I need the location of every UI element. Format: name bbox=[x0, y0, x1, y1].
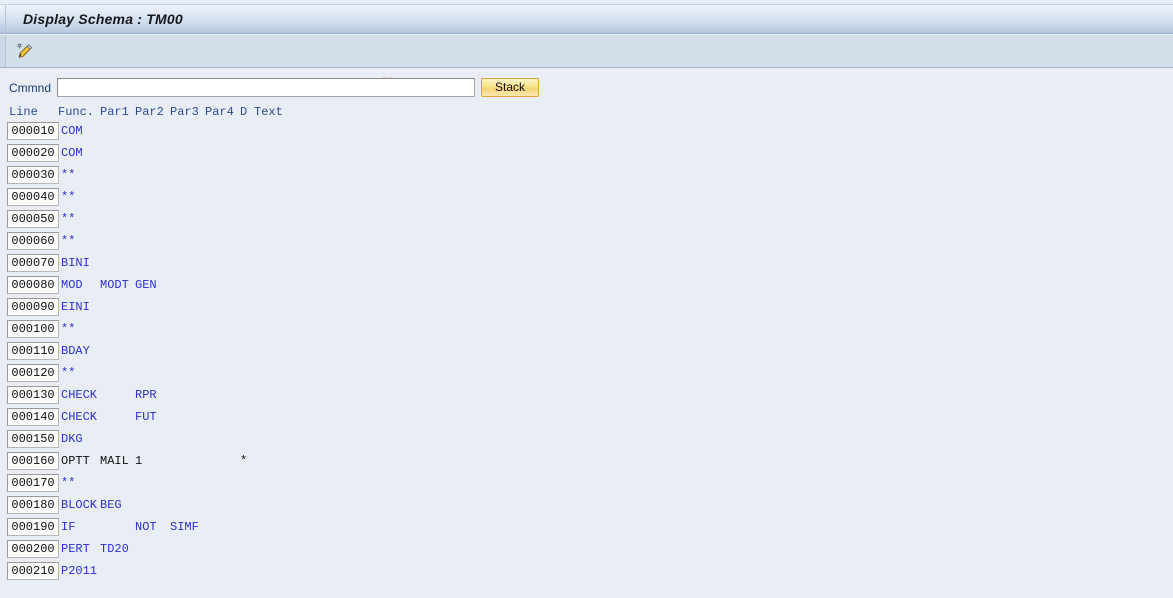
line-number-input[interactable] bbox=[7, 540, 59, 558]
column-header-text: Text bbox=[254, 105, 283, 119]
line-number-input[interactable] bbox=[7, 232, 59, 250]
column-header-par4: Par4 bbox=[205, 105, 234, 119]
table-row: IF NOT SIMF bbox=[0, 518, 1173, 540]
cell-func: ** bbox=[61, 366, 76, 380]
cell-par2: NOT bbox=[135, 520, 157, 534]
cell-par1: MAIL bbox=[100, 454, 129, 468]
cell-func: COM bbox=[61, 124, 83, 138]
cell-par1: BEG bbox=[100, 498, 122, 512]
table-row: ** bbox=[0, 232, 1173, 254]
cell-func: ** bbox=[61, 322, 76, 336]
cell-par1: MODT bbox=[100, 278, 129, 292]
table-row: ** bbox=[0, 320, 1173, 342]
line-number-input[interactable] bbox=[7, 276, 59, 294]
column-header-par1: Par1 bbox=[100, 105, 129, 119]
window-title-bar: Display Schema : TM00 bbox=[0, 4, 1173, 34]
table-row: BDAY bbox=[0, 342, 1173, 364]
cell-par2: 1 bbox=[135, 454, 143, 468]
toolbar-accent-strip bbox=[0, 35, 6, 67]
cell-par2: FUT bbox=[135, 410, 157, 424]
sap-display-schema-window: Display Schema : TM00 © www.tutorialkart… bbox=[0, 0, 1173, 598]
schema-rows-container: COMCOM********BINIMODMODTGENEINI**BDAY**… bbox=[0, 122, 1173, 584]
line-number-input[interactable] bbox=[7, 364, 59, 382]
command-field-label: Cmmnd bbox=[9, 81, 52, 95]
cell-func: COM bbox=[61, 146, 83, 160]
line-number-input[interactable] bbox=[7, 430, 59, 448]
cell-func: ** bbox=[61, 168, 76, 182]
column-header-line: Line bbox=[9, 105, 38, 119]
line-number-input[interactable] bbox=[7, 188, 59, 206]
application-toolbar: © www.tutorialkart.com bbox=[0, 35, 1173, 98]
line-number-input[interactable] bbox=[7, 518, 59, 536]
line-number-input[interactable] bbox=[7, 144, 59, 162]
cell-func: EINI bbox=[61, 300, 90, 314]
line-number-input[interactable] bbox=[7, 562, 59, 580]
cell-func: DKG bbox=[61, 432, 83, 446]
table-row: BINI bbox=[0, 254, 1173, 276]
cell-func: PERT bbox=[61, 542, 90, 556]
cell-func: BDAY bbox=[61, 344, 90, 358]
cell-par2: RPR bbox=[135, 388, 157, 402]
line-number-input[interactable] bbox=[7, 320, 59, 338]
pencil-edit-icon bbox=[16, 43, 33, 58]
title-bar-accent-strip bbox=[0, 5, 6, 33]
column-header-par3: Par3 bbox=[170, 105, 199, 119]
column-header-func: Func. bbox=[58, 105, 95, 119]
cell-par1: TD20 bbox=[100, 542, 129, 556]
cell-func: IF bbox=[61, 520, 76, 534]
cell-func: CHECK bbox=[61, 410, 98, 424]
command-row: Cmmnd Stack bbox=[0, 78, 1173, 102]
pencil-edit-button[interactable] bbox=[12, 39, 38, 63]
cell-func: CHECK bbox=[61, 388, 98, 402]
line-number-input[interactable] bbox=[7, 496, 59, 514]
table-row: ** bbox=[0, 188, 1173, 210]
page-title: Display Schema : TM00 bbox=[23, 11, 183, 27]
line-number-input[interactable] bbox=[7, 386, 59, 404]
cell-func: P2011 bbox=[61, 564, 98, 578]
cell-func: BLOCK bbox=[61, 498, 98, 512]
cell-func: ** bbox=[61, 190, 76, 204]
table-row: P2011 bbox=[0, 562, 1173, 584]
table-row: MOD MODT GEN bbox=[0, 276, 1173, 298]
line-number-input[interactable] bbox=[7, 298, 59, 316]
table-row: COM bbox=[0, 144, 1173, 166]
cell-func: BINI bbox=[61, 256, 90, 270]
line-number-input[interactable] bbox=[7, 122, 59, 140]
table-row: CHECK RPR bbox=[0, 386, 1173, 408]
table-row: PERT TD20 bbox=[0, 540, 1173, 562]
stack-button[interactable]: Stack bbox=[481, 78, 539, 97]
table-row: CHECK FUT bbox=[0, 408, 1173, 430]
table-row: EINI bbox=[0, 298, 1173, 320]
table-row: ** bbox=[0, 166, 1173, 188]
line-number-input[interactable] bbox=[7, 452, 59, 470]
column-header-d: D bbox=[240, 105, 248, 119]
table-row: DKG bbox=[0, 430, 1173, 452]
table-row: ** bbox=[0, 210, 1173, 232]
line-number-input[interactable] bbox=[7, 210, 59, 228]
cell-func: ** bbox=[61, 234, 76, 248]
schema-table-header: Line Func. Par1 Par2 Par3 Par4 D Text bbox=[0, 105, 1173, 120]
cell-par3: SIMF bbox=[170, 520, 199, 534]
cell-par2: GEN bbox=[135, 278, 157, 292]
table-row: ** bbox=[0, 474, 1173, 496]
table-row: ** bbox=[0, 364, 1173, 386]
line-number-input[interactable] bbox=[7, 254, 59, 272]
line-number-input[interactable] bbox=[7, 166, 59, 184]
table-row: COM bbox=[0, 122, 1173, 144]
cell-func: ** bbox=[61, 212, 76, 226]
cell-func: MOD bbox=[61, 278, 83, 292]
table-row: BLOCKBEG bbox=[0, 496, 1173, 518]
line-number-input[interactable] bbox=[7, 342, 59, 360]
command-input[interactable] bbox=[57, 78, 475, 97]
cell-func: OPTT bbox=[61, 454, 90, 468]
line-number-input[interactable] bbox=[7, 408, 59, 426]
cell-d: * bbox=[240, 454, 248, 468]
column-header-par2: Par2 bbox=[135, 105, 164, 119]
cell-func: ** bbox=[61, 476, 76, 490]
table-row: OPTT MAIL 1 * bbox=[0, 452, 1173, 474]
line-number-input[interactable] bbox=[7, 474, 59, 492]
